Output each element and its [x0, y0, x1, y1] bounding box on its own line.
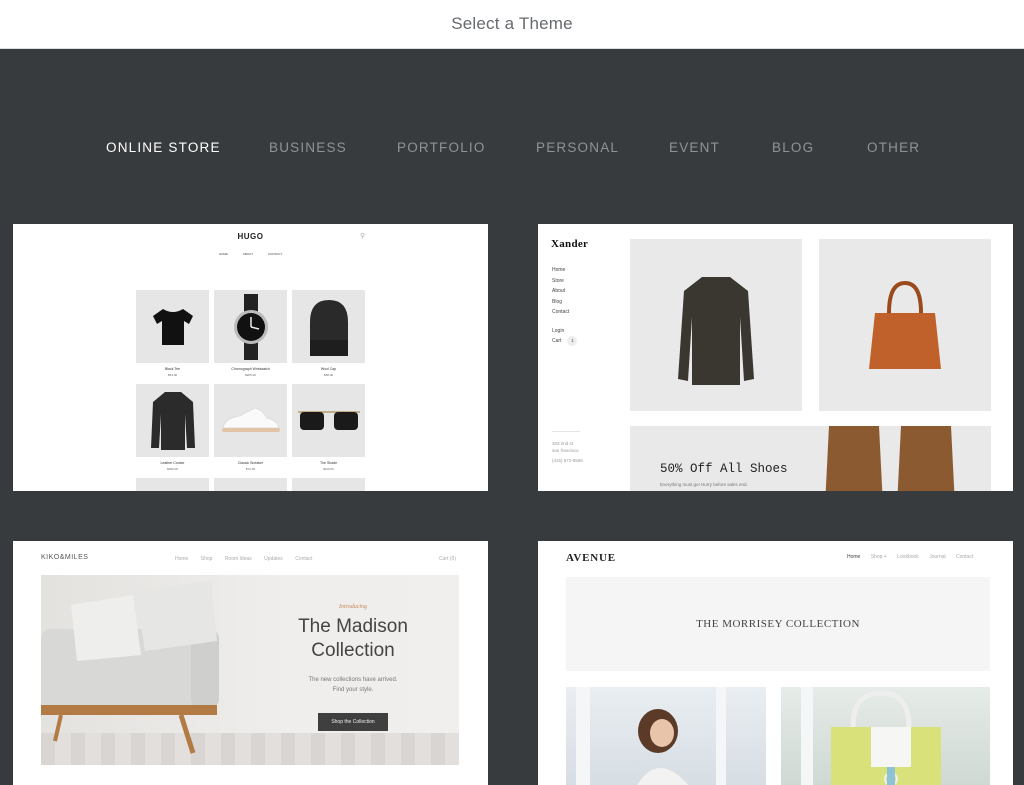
product-card — [136, 478, 209, 491]
xander-nav-item: Store — [552, 277, 564, 284]
product-name: Black Tee — [164, 367, 181, 371]
jacket-icon — [150, 391, 195, 450]
product-card — [292, 478, 365, 491]
shoes-icon — [825, 426, 955, 491]
search-icon: ⚲ — [360, 233, 366, 240]
cart-count-badge: 1 — [567, 336, 578, 346]
avenue-nav-item: Home — [847, 554, 861, 560]
page-title: Select a Theme — [451, 14, 573, 33]
product-price: $54.00 — [167, 373, 178, 377]
woman-icon — [576, 687, 726, 785]
xander-logo: Xander — [551, 238, 589, 250]
tab-other[interactable]: OTHER — [867, 140, 920, 155]
avenue-nav-item: Shop + — [870, 554, 887, 560]
kiko-logo: KIKO&MILES — [41, 554, 89, 561]
header-bar: Select a Theme — [0, 0, 1024, 49]
product-price: $58.00 — [323, 373, 334, 377]
product-card — [214, 478, 287, 491]
product-price: $390.00 — [167, 467, 178, 471]
handbag-icon — [801, 687, 941, 785]
xander-nav-item: Contact — [552, 309, 570, 315]
theme-card-avenue[interactable]: AVENUE Home Shop + Lookbook Journal Cont… — [538, 541, 1013, 785]
xander-cart: Cart — [552, 338, 562, 344]
tab-portfolio[interactable]: PORTFOLIO — [397, 140, 486, 155]
product-price: $74.00 — [245, 467, 256, 471]
product-price: $205.00 — [245, 373, 256, 377]
xander-address: 303 2nd st san francisco (415) 672-9565 — [552, 440, 583, 464]
product-name: Wool Cap — [320, 367, 337, 371]
kiko-nav-item: Updates — [264, 556, 283, 562]
avenue-nav: Home Shop + Lookbook Journal Contact — [847, 554, 982, 560]
xander-nav-item: About — [552, 288, 566, 294]
hugo-nav: HOME ABOUT CONTACT — [13, 252, 488, 256]
collection-title: THE MORRISEY COLLECTION — [696, 618, 860, 630]
xander-nav: Home Store About Blog Contact Login Cart… — [552, 265, 578, 347]
product-image — [819, 239, 991, 411]
address-line: 303 2nd st — [552, 441, 574, 446]
kiko-nav-item: Room Ideas — [224, 556, 252, 562]
divider — [552, 431, 580, 432]
handbag-icon — [869, 280, 941, 369]
tab-blog[interactable]: BLOG — [772, 140, 814, 155]
product-card: Wool Cap $58.00 — [292, 290, 365, 377]
tab-personal[interactable]: PERSONAL — [536, 140, 619, 155]
leather-jacket-icon — [678, 277, 754, 385]
theme-card-kiko-miles[interactable]: KIKO&MILES Home Shop Room Ideas Updates … — [13, 541, 488, 785]
hugo-nav-item: CONTACT — [267, 252, 283, 256]
sale-title: 50% Off All Shoes — [660, 462, 788, 476]
sofa-icon — [41, 581, 219, 754]
xander-nav-item: Home — [552, 267, 566, 273]
tshirt-icon — [152, 308, 193, 345]
bag-photo — [781, 687, 990, 785]
product-image — [630, 239, 802, 411]
tab-business[interactable]: BUSINESS — [269, 140, 347, 155]
hugo-logo: HUGO — [237, 232, 264, 241]
product-card: Chronograph Wristwatch $205.00 — [214, 290, 287, 377]
hero-title: The Madison Collection — [273, 615, 433, 663]
category-tabs: ONLINE STORE BUSINESS PORTFOLIO PERSONAL… — [0, 140, 1024, 160]
kiko-nav-item: Contact — [295, 556, 313, 562]
product-name: Classic Sneaker — [237, 461, 264, 465]
product-name: Leather Cruiser — [160, 461, 185, 465]
product-card: The Shade $119.00 — [292, 384, 365, 471]
watch-icon — [233, 293, 268, 360]
hero-title-line: Collection — [311, 640, 395, 661]
product-price: $119.00 — [323, 467, 334, 471]
product-name: The Shade — [319, 461, 338, 465]
sale-subtitle: Everything must go! Hurry before sales e… — [660, 482, 748, 487]
kiko-cart: Cart (0) — [439, 556, 456, 562]
hero-title-line: The Madison — [298, 616, 408, 637]
beanie-icon — [309, 299, 348, 356]
hero-desc-line: The new collections have arrived. — [308, 677, 398, 683]
phone: (415) 672-9565 — [552, 458, 583, 463]
theme-card-xander[interactable]: Xander Home Store About Blog Contact Log… — [538, 224, 1013, 491]
address-line: san francisco — [552, 448, 579, 453]
hugo-nav-item: ABOUT — [242, 252, 254, 256]
xander-nav-item: Blog — [552, 298, 563, 305]
tab-online-store[interactable]: ONLINE STORE — [106, 140, 221, 155]
hugo-nav-item: HOME — [218, 252, 228, 256]
product-card: Classic Sneaker $74.00 — [214, 384, 287, 471]
avenue-nav-item: Journal — [929, 554, 946, 560]
hero-intro: Introducing — [338, 604, 368, 610]
avenue-nav-item: Lookbook — [897, 554, 919, 560]
product-card: Black Tee $54.00 — [136, 290, 209, 377]
avenue-logo: AVENUE — [566, 552, 616, 564]
product-name: Chronograph Wristwatch — [231, 367, 270, 371]
collection-banner: THE MORRISEY COLLECTION — [566, 577, 990, 671]
sunglasses-icon — [297, 410, 360, 430]
avenue-nav-item: Contact — [956, 554, 974, 560]
shop-collection-button: Shop the Collection — [318, 713, 388, 731]
hero-desc-line: Find your style. — [332, 687, 374, 693]
kiko-nav-item: Shop — [200, 556, 213, 562]
tab-event[interactable]: EVENT — [669, 140, 720, 155]
model-photo — [566, 687, 766, 785]
sneaker-icon — [221, 406, 280, 432]
kiko-nav: Home Shop Room Ideas Updates Contact — [175, 556, 323, 562]
xander-login: Login — [552, 327, 565, 334]
hero-description: The new collections have arrived. Find y… — [273, 675, 433, 695]
product-card: Leather Cruiser $390.00 — [136, 384, 209, 471]
theme-card-hugo[interactable]: HUGO ⚲ HOME ABOUT CONTACT Black Tee $54.… — [13, 224, 488, 491]
kiko-nav-item: Home — [175, 556, 189, 562]
